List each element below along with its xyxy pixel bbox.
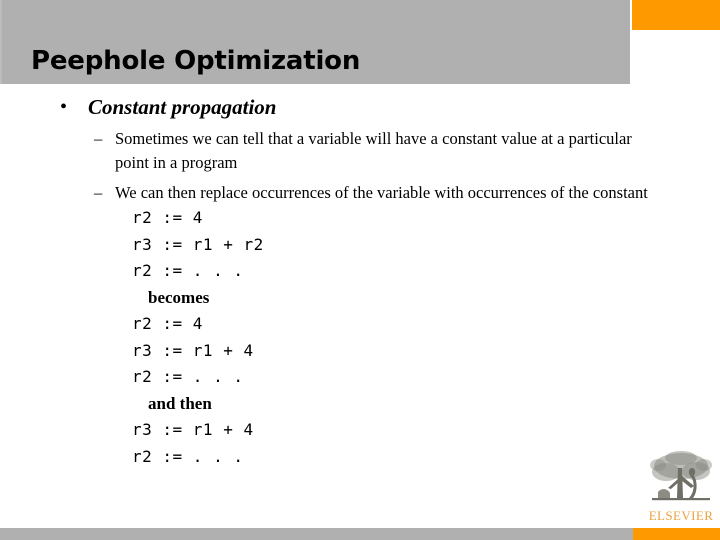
bullet-dot-icon: • — [60, 96, 68, 118]
dash-icon: – — [94, 183, 103, 202]
code-line: r3 := r1 + 4 — [132, 340, 254, 360]
bullet-level1-label: Constant propagation — [88, 95, 277, 119]
top-accent-bar — [632, 0, 720, 30]
code-line: r2 := . . . — [132, 367, 244, 386]
page-title: Peephole Optimization — [31, 46, 361, 76]
title-band-edge — [0, 0, 2, 84]
footer-gray-bar — [0, 528, 633, 540]
elsevier-wordmark: ELSEVIER — [648, 508, 714, 523]
code-line: r2 := 4 — [132, 208, 203, 227]
bullet-level1: • Constant propagation — [0, 94, 720, 121]
slide-body: • Constant propagation – Sometimes we ca… — [0, 94, 720, 470]
code-line: r2 := . . . — [132, 261, 244, 280]
footer-orange-bar — [633, 528, 720, 540]
dash-icon: – — [94, 129, 103, 148]
code-line: r2 := . . . — [132, 446, 244, 466]
transition-keyword-becomes: becomes — [148, 287, 210, 307]
bullet-level2-item-1: – Sometimes we can tell that a variable … — [0, 127, 720, 175]
transition-keyword-and-then: and then — [148, 393, 212, 413]
code-line: r3 := r1 + 4 — [132, 420, 254, 439]
slide-canvas: Peephole Optimization • Constant propaga… — [0, 0, 720, 540]
bullet-level2-item-2: – We can then replace occurrences of the… — [0, 181, 720, 205]
bullet-level2-label-1: Sometimes we can tell that a variable wi… — [115, 129, 632, 172]
bullet-level2-label-2: We can then replace occurrences of the v… — [115, 183, 648, 202]
code-line: r2 := 4 — [132, 314, 203, 333]
code-line: r3 := r1 + r2 — [132, 234, 264, 254]
